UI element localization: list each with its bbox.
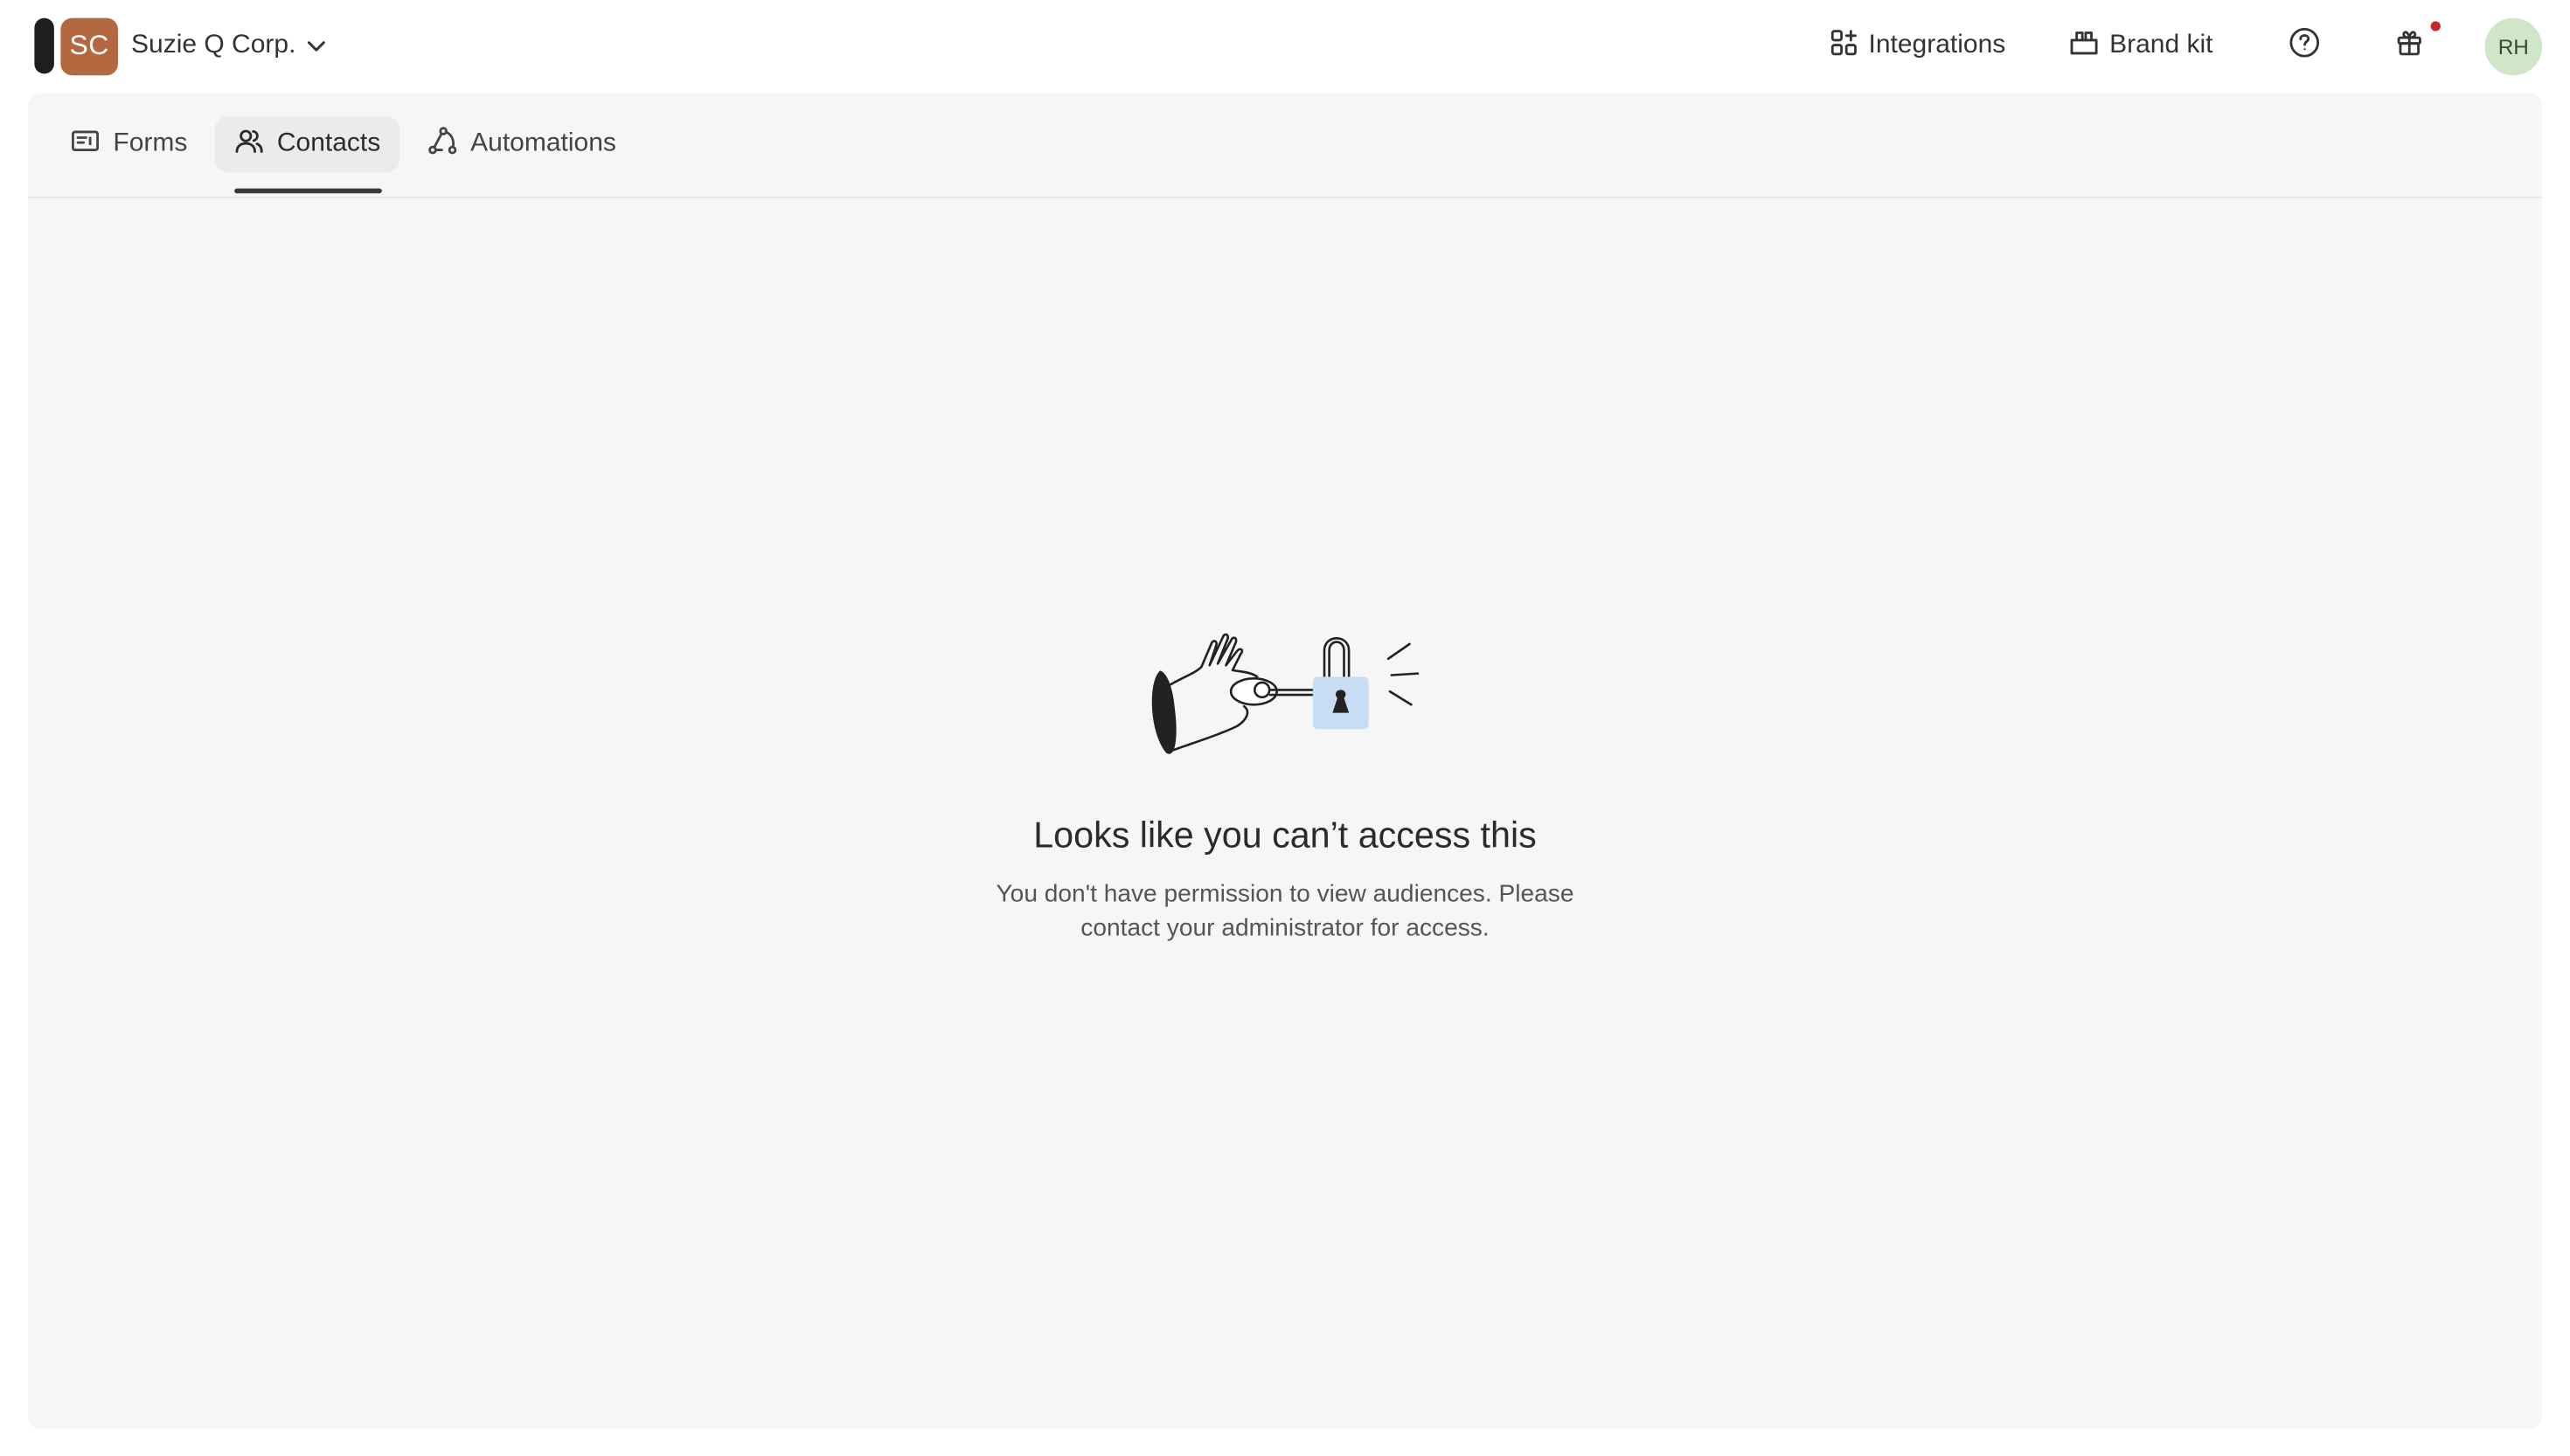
help-circle-icon [2289, 25, 2322, 66]
tab-bar: Forms Contacts Automations [27, 94, 2543, 198]
brand-kit-label: Brand kit [2109, 31, 2213, 59]
workspace-switcher[interactable]: SC Suzie Q Corp. [60, 17, 329, 76]
workspace-name: Suzie Q Corp. [131, 31, 296, 59]
tab-contacts[interactable]: Contacts [214, 116, 400, 172]
tab-contacts-label: Contacts [276, 129, 381, 157]
integrations-label: Integrations [1868, 31, 2006, 59]
brand-kit-button[interactable]: Brand kit [2068, 23, 2213, 69]
tab-forms[interactable]: Forms [51, 116, 207, 172]
app-root: SC Suzie Q Corp. Integrations Brand kit … [0, 0, 2570, 1455]
tab-automations-label: Automations [470, 129, 616, 157]
form-icon [71, 125, 101, 163]
notification-dot [2430, 21, 2441, 31]
integrations-button[interactable]: Integrations [1830, 23, 2006, 69]
top-bar: SC Suzie Q Corp. Integrations Brand kit … [0, 0, 2570, 92]
automations-icon [427, 125, 457, 163]
active-tab-indicator [234, 188, 382, 194]
hand-key-padlock-illustration [1143, 618, 1427, 766]
empty-state: Looks like you can’t access this You don… [28, 618, 2542, 946]
contacts-icon [234, 125, 264, 163]
integrations-icon [1830, 27, 1859, 65]
empty-state-description: You don't have permission to view audien… [996, 879, 1574, 943]
main-panel: Forms Contacts Automations Looks like yo… [27, 93, 2543, 1429]
empty-state-title: Looks like you can’t access this [1033, 814, 1537, 856]
workspace-avatar: SC [60, 17, 118, 75]
tab-automations[interactable]: Automations [408, 116, 636, 172]
gift-icon [2394, 27, 2424, 65]
user-avatar[interactable]: RH [2484, 17, 2543, 76]
gift-button[interactable] [2390, 26, 2429, 66]
app-marker [34, 17, 54, 74]
tab-forms-label: Forms [113, 129, 188, 157]
brand-kit-icon [2068, 27, 2100, 65]
chevron-down-icon [306, 34, 329, 57]
help-button[interactable] [2285, 26, 2324, 66]
